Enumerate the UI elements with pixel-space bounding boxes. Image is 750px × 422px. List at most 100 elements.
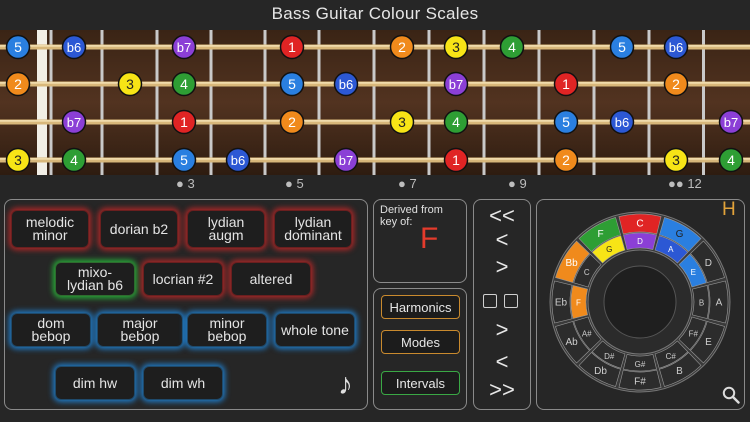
outer-label: A	[716, 298, 723, 309]
string-highlight	[0, 120, 750, 122]
note-b6[interactable]: b6	[225, 147, 251, 173]
music-note-icon[interactable]: ♪	[338, 368, 353, 402]
intervals-label: Intervals	[395, 375, 446, 391]
view-mode-panel: Harmonics Modes Intervals	[373, 288, 467, 410]
note-b7[interactable]: b7	[333, 147, 359, 173]
note-label: 1	[288, 39, 296, 55]
note-label: 2	[398, 39, 406, 55]
note-2[interactable]: 2	[279, 109, 305, 135]
note-b6[interactable]: b6	[609, 109, 635, 135]
fretboard[interactable]: 5 b6 b7 1 2 3 4 5 b6 2 3 4 5 b6 b7 1 2 b7 1 2 3 4 5 b6 b7 3 4 5 b6 b7…	[0, 30, 750, 175]
note-3[interactable]: 3	[389, 109, 415, 135]
note-label: b7	[339, 153, 353, 168]
scales-panel: melodic minor dorian b2 lydian augm lydi…	[4, 199, 368, 410]
scale-label: dim hw	[72, 374, 118, 391]
note-5[interactable]: 5	[553, 109, 579, 135]
note-b7[interactable]: b7	[61, 109, 87, 135]
prev-button[interactable]: <	[474, 228, 530, 252]
fret-wire	[49, 30, 53, 175]
note-4[interactable]: 4	[499, 34, 525, 60]
fret-wire	[702, 30, 705, 175]
scale-lydian-augm-button[interactable]: lydian augm	[187, 210, 265, 248]
note-3[interactable]: 3	[663, 147, 689, 173]
scale-minor-bebop-button[interactable]: minor bebop	[187, 313, 267, 347]
intervals-button[interactable]: Intervals	[381, 371, 460, 395]
scale-label: minor bebop	[207, 315, 247, 344]
note-b7[interactable]: b7	[171, 34, 197, 60]
note-1[interactable]: 1	[443, 147, 469, 173]
note-label: 4	[508, 39, 516, 55]
note-2[interactable]: 2	[389, 34, 415, 60]
scale-altered-button[interactable]: altered	[231, 262, 311, 296]
note-label: 3	[452, 39, 460, 55]
square-toggle-right[interactable]	[504, 294, 518, 308]
string-highlight	[0, 45, 750, 47]
scale-dorian-b2-button[interactable]: dorian b2	[100, 210, 178, 248]
next-button[interactable]: >	[474, 255, 530, 279]
scale-label: melodic minor	[25, 214, 75, 243]
first-button[interactable]: <<	[474, 204, 530, 228]
outer-label: G	[676, 229, 684, 240]
nut	[37, 30, 47, 175]
string-highlight	[0, 82, 750, 84]
modes-label: Modes	[400, 334, 441, 350]
note-b7[interactable]: b7	[718, 109, 744, 135]
last-button[interactable]: >>	[474, 378, 530, 402]
note-label: 5	[180, 152, 188, 168]
circle-of-fifths[interactable]: C G D A E B F# Db Ab Eb Bb F D A E B F# C# G# D# A# F C G	[538, 200, 742, 404]
scale-major-bebop-button[interactable]: major bebop	[97, 313, 183, 347]
note-b6[interactable]: b6	[61, 34, 87, 60]
note-1[interactable]: 1	[279, 34, 305, 60]
note-label: b6	[669, 40, 683, 55]
note-5[interactable]: 5	[279, 71, 305, 97]
circle-hub[interactable]	[603, 265, 677, 339]
note-b7[interactable]: b7	[443, 71, 469, 97]
scale-dom-bebop-button[interactable]: dom bebop	[11, 313, 91, 347]
note-4[interactable]: 4	[171, 71, 197, 97]
note-2[interactable]: 2	[663, 71, 689, 97]
note-1[interactable]: 1	[553, 71, 579, 97]
fret-marker-7: ● 7	[398, 176, 417, 191]
harmonics-button[interactable]: Harmonics	[381, 295, 460, 319]
note-3[interactable]: 3	[443, 34, 469, 60]
note-2[interactable]: 2	[553, 147, 579, 173]
scale-whole-tone-button[interactable]: whole tone	[275, 313, 355, 347]
note-label: 5	[14, 39, 22, 55]
scale-melodic-minor-button[interactable]: melodic minor	[11, 210, 89, 248]
fret-marker-3: ● 3	[176, 176, 195, 191]
scale-lydian-dominant-button[interactable]: lydian dominant	[274, 210, 352, 248]
note-b6[interactable]: b6	[663, 34, 689, 60]
scale-dim-wh-button[interactable]: dim wh	[143, 366, 223, 400]
note-5[interactable]: 5	[5, 34, 31, 60]
prev-alt-button[interactable]: <	[474, 350, 530, 374]
note-4[interactable]: 4	[61, 147, 87, 173]
note-3[interactable]: 3	[117, 71, 143, 97]
modes-button[interactable]: Modes	[381, 330, 460, 354]
inner-label: C#	[666, 352, 677, 361]
note-5[interactable]: 5	[171, 147, 197, 173]
note-1[interactable]: 1	[171, 109, 197, 135]
search-icon[interactable]	[722, 386, 740, 404]
fret-wire	[537, 30, 541, 175]
scale-label: mixo- lydian b6	[66, 264, 124, 293]
scale-locrian-2-button[interactable]: locrian #2	[143, 262, 223, 296]
scale-mixolydian-b6-button[interactable]: mixo- lydian b6	[55, 262, 135, 296]
next-alt-button[interactable]: >	[474, 318, 530, 342]
note-4[interactable]: 4	[718, 147, 744, 173]
note-5[interactable]: 5	[609, 34, 635, 60]
scale-dim-hw-button[interactable]: dim hw	[55, 366, 135, 400]
note-3[interactable]: 3	[5, 147, 31, 173]
inner-label: E	[691, 268, 696, 277]
square-toggle-left[interactable]	[483, 294, 497, 308]
note-4[interactable]: 4	[443, 109, 469, 135]
inner-label: F#	[689, 329, 699, 338]
note-label: 1	[180, 114, 188, 130]
note-label: b6	[67, 40, 81, 55]
note-label: b7	[67, 115, 81, 130]
note-label: b7	[724, 115, 738, 130]
note-2[interactable]: 2	[5, 71, 31, 97]
note-b6[interactable]: b6	[333, 71, 359, 97]
fret-wire	[482, 30, 486, 175]
note-label: 5	[288, 76, 296, 92]
outer-label: F	[597, 229, 603, 240]
